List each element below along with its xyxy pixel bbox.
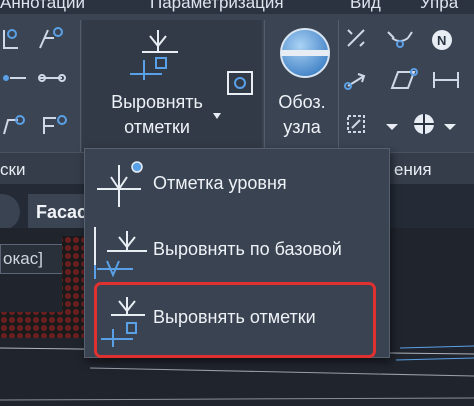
ribbon-separator	[264, 20, 265, 152]
menu-item-level-mark[interactable]: Отметка уровня	[85, 155, 389, 217]
node-label-line1: Обоз.	[278, 92, 326, 112]
level-mark-icon	[97, 161, 143, 207]
menu-item-align-base[interactable]: Выровнять по базовой	[85, 221, 389, 283]
menu-item-annotations[interactable]: Аннотации	[0, 0, 85, 13]
ribbon-separator	[80, 20, 81, 152]
menu-item-view[interactable]: Вид	[350, 0, 381, 13]
menu-item-parametrization[interactable]: Параметризация	[150, 0, 284, 13]
frame-icon[interactable]	[226, 70, 254, 96]
node-designation-button[interactable]: Обоз. узла	[270, 90, 334, 140]
align-marks-icon[interactable]	[122, 26, 186, 84]
highlight-frame	[94, 282, 376, 358]
node-designation-icon[interactable]	[278, 26, 332, 80]
align-marks-label-line1: Выровнять	[111, 92, 203, 112]
menu-item-manage[interactable]: Упра	[420, 0, 458, 13]
panel-label-left: ски	[0, 160, 26, 179]
left-tools-icons[interactable]	[0, 24, 76, 144]
svg-text:N: N	[437, 33, 446, 48]
menu-item-align-base-label: Выровнять по базовой	[153, 239, 342, 259]
panel-label-right: ения	[394, 160, 432, 179]
align-marks-label-line2: отметки	[124, 117, 190, 137]
dropdown-arrow-icon[interactable]	[212, 112, 222, 120]
align-marks-button[interactable]: Выровнять отметки	[92, 90, 222, 140]
menu-item-level-mark-label: Отметка уровня	[153, 173, 287, 193]
ribbon-separator	[338, 20, 339, 152]
node-label-line2: узла	[283, 117, 321, 137]
right-tools-icons[interactable]: N	[342, 24, 474, 144]
tab-document-label: Facac	[36, 202, 88, 222]
align-base-icon	[94, 227, 147, 279]
menu-bar: Аннотации Параметризация Вид Упра	[0, 0, 474, 14]
